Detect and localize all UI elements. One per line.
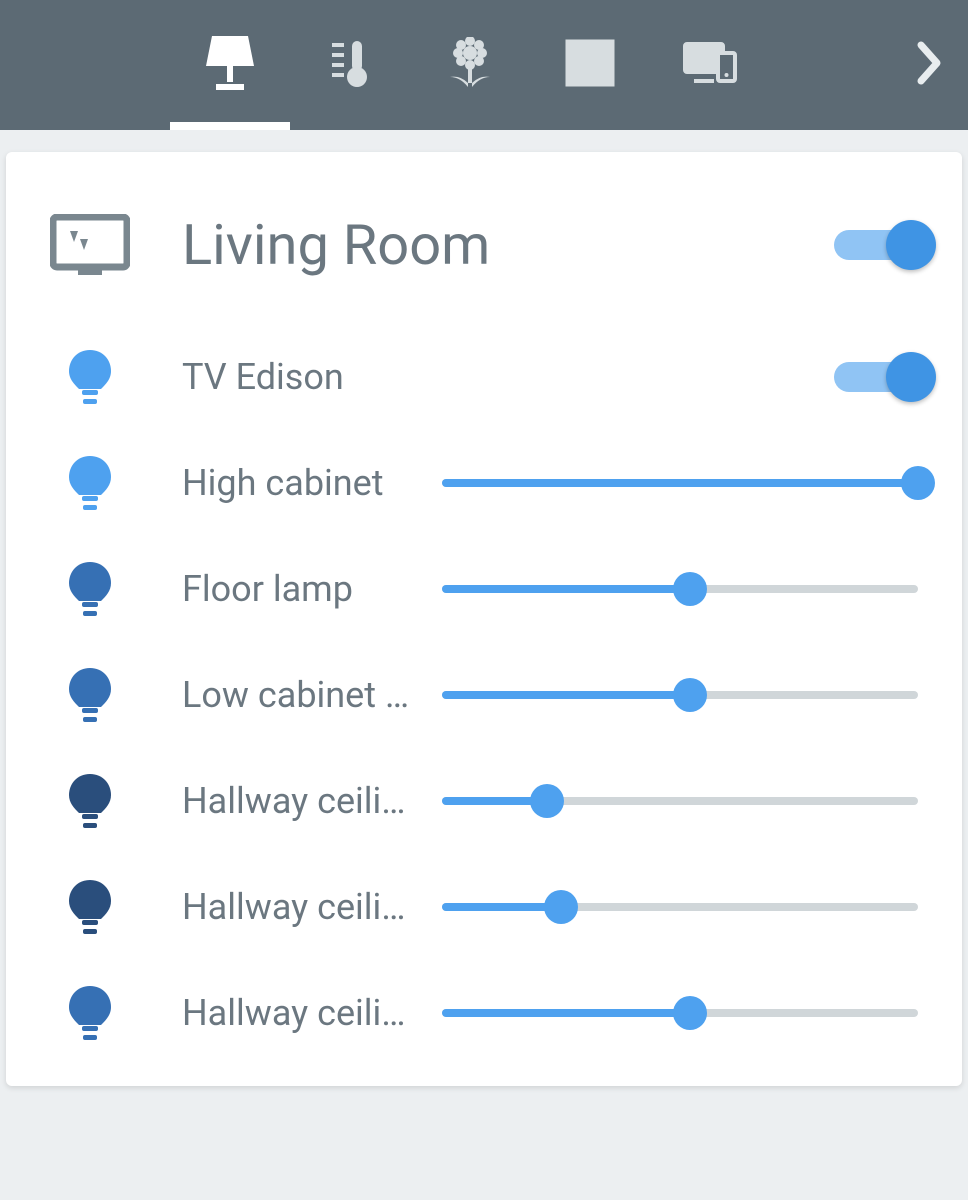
device-row: Low cabinet lights [50, 642, 918, 748]
device-row: Floor lamp [50, 536, 918, 642]
device-label: Hallway ceiling 2 [182, 886, 412, 928]
devices-icon [682, 41, 738, 89]
brightness-slider[interactable] [442, 996, 918, 1030]
device-row: TV Edison [50, 324, 918, 430]
device-row: Hallway ceiling 1 [50, 748, 918, 854]
device-label: Low cabinet lights [182, 674, 412, 716]
device-label: Hallway ceiling 3 [182, 992, 412, 1034]
device-label: TV Edison [182, 356, 834, 398]
brightness-slider[interactable] [442, 678, 918, 712]
room-title: Living Room [182, 212, 834, 278]
brightness-slider[interactable] [442, 572, 918, 606]
room-master-switch[interactable] [834, 230, 918, 260]
bulb-icon [68, 879, 112, 935]
slider-fill [442, 691, 690, 699]
top-nav [0, 0, 968, 130]
slider-thumb [673, 572, 707, 606]
tab-thermostat[interactable] [290, 0, 410, 130]
bulb-icon [68, 985, 112, 1041]
slider-thumb [530, 784, 564, 818]
slider-fill [442, 585, 690, 593]
brightness-slider[interactable] [442, 890, 918, 924]
slider-thumb [673, 678, 707, 712]
device-row: High cabinet [50, 430, 918, 536]
bulb-icon [68, 455, 112, 511]
tab-garden[interactable] [410, 0, 530, 130]
device-row: Hallway ceiling 3 [50, 960, 918, 1066]
bulb-icon [68, 773, 112, 829]
thermostat-icon [326, 37, 374, 93]
switch-thumb [886, 220, 936, 270]
device-label: Hallway ceiling 1 [182, 780, 412, 822]
slider-thumb [901, 466, 935, 500]
device-switch[interactable] [834, 362, 918, 392]
chevron-right-icon [917, 41, 943, 89]
slider-thumb [673, 996, 707, 1030]
room-card: Living Room TV Edison High cabinet Floor l… [6, 152, 962, 1086]
bulb-icon [68, 349, 112, 405]
tab-devices[interactable] [650, 0, 770, 130]
slider-thumb [544, 890, 578, 924]
bulb-icon [68, 667, 112, 723]
device-row: Hallway ceiling 2 [50, 854, 918, 960]
device-label: Floor lamp [182, 568, 412, 610]
slider-fill [442, 1009, 690, 1017]
bulb-icon [68, 561, 112, 617]
flower-icon [446, 37, 494, 93]
floorplan-icon [565, 39, 615, 91]
room-header: Living Room [50, 212, 918, 278]
brightness-slider[interactable] [442, 466, 918, 500]
lamp-icon [206, 36, 254, 94]
device-label: High cabinet [182, 462, 412, 504]
nav-overflow[interactable] [904, 39, 956, 91]
tab-lighting[interactable] [170, 0, 290, 130]
tv-icon [50, 214, 130, 276]
brightness-slider[interactable] [442, 784, 918, 818]
slider-fill [442, 479, 918, 487]
tab-floorplan[interactable] [530, 0, 650, 130]
switch-thumb [886, 352, 936, 402]
